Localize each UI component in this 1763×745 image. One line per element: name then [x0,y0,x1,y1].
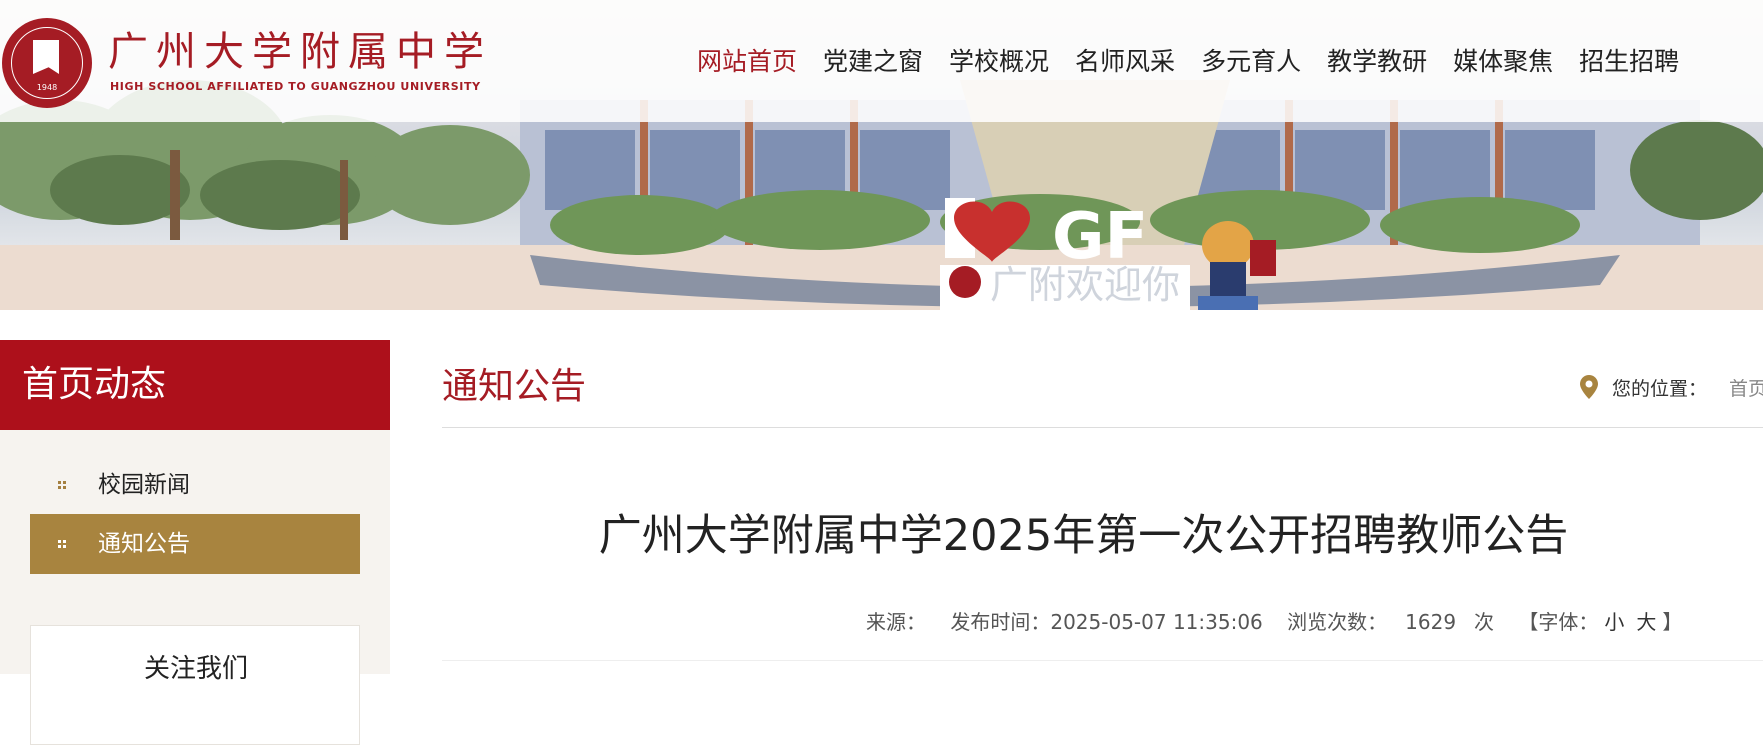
section-title: 通知公告 [442,366,587,407]
nav-item-teaching[interactable]: 教学教研 [1327,42,1427,82]
nav-item-education[interactable]: 多元育人 [1201,42,1301,82]
article-meta: 来源： 发布时间：2025-05-07 11:35:06 浏览次数： 1629 次 … [866,608,1700,636]
follow-us-box: 关注我们 [30,625,360,745]
views-count: 1629 [1405,610,1457,634]
font-small-button[interactable]: 小 [1604,610,1624,634]
sidebar-item-label: 校园新闻 [98,472,190,498]
source-label: 来源： [866,610,926,634]
nav-item-recruit[interactable]: 招生招聘 [1579,42,1679,82]
nav-item-about[interactable]: 学校概况 [949,42,1049,82]
font-close-bracket: 】 [1662,610,1683,634]
font-large-button[interactable]: 大 [1636,610,1656,634]
nav-item-teachers[interactable]: 名师风采 [1075,42,1175,82]
site-name[interactable]: 广州大学附属中学 [108,28,492,76]
nav-item-media[interactable]: 媒体聚焦 [1453,42,1553,82]
meta-divider [442,660,1763,661]
breadcrumb-label: 您的位置： [1612,377,1708,400]
font-size-control: 【字体：小大】 [1518,610,1682,634]
sidebar-title: 首页动态 [0,340,390,430]
section-divider [442,427,1763,428]
main-nav: 网站首页 党建之窗 学校概况 名师风采 多元育人 教学教研 媒体聚焦 招生招聘 [697,42,1705,82]
site-subtitle: HIGH SCHOOL AFFILIATED TO GUANGZHOU UNIV… [110,80,481,93]
sidebar-item-campus-news[interactable]: 校园新闻 [30,455,360,515]
school-logo[interactable]: 1948 [2,18,92,108]
publish-time: 发布时间：2025-05-07 11:35:06 [950,610,1263,634]
nav-item-home[interactable]: 网站首页 [697,42,797,82]
views-unit: 次 [1474,610,1495,634]
breadcrumb: 您的位置： 首页 [1580,372,1763,402]
bullet-icon [58,481,66,489]
views-label: 浏览次数： [1287,610,1388,634]
article-title: 广州大学附属中学2025年第一次公开招聘教师公告 [598,511,1569,561]
follow-us-title: 关注我们 [143,654,248,684]
location-pin-icon [1580,375,1598,399]
font-label: 【字体： [1518,610,1599,634]
slogan-cn: 广附欢迎你 [990,263,1180,307]
logo-year: 1948 [36,83,58,92]
nav-item-party[interactable]: 党建之窗 [823,42,923,82]
sidebar: 首页动态 校园新闻 通知公告 关注我们 [0,340,390,745]
breadcrumb-home-link[interactable]: 首页 [1729,374,1763,401]
